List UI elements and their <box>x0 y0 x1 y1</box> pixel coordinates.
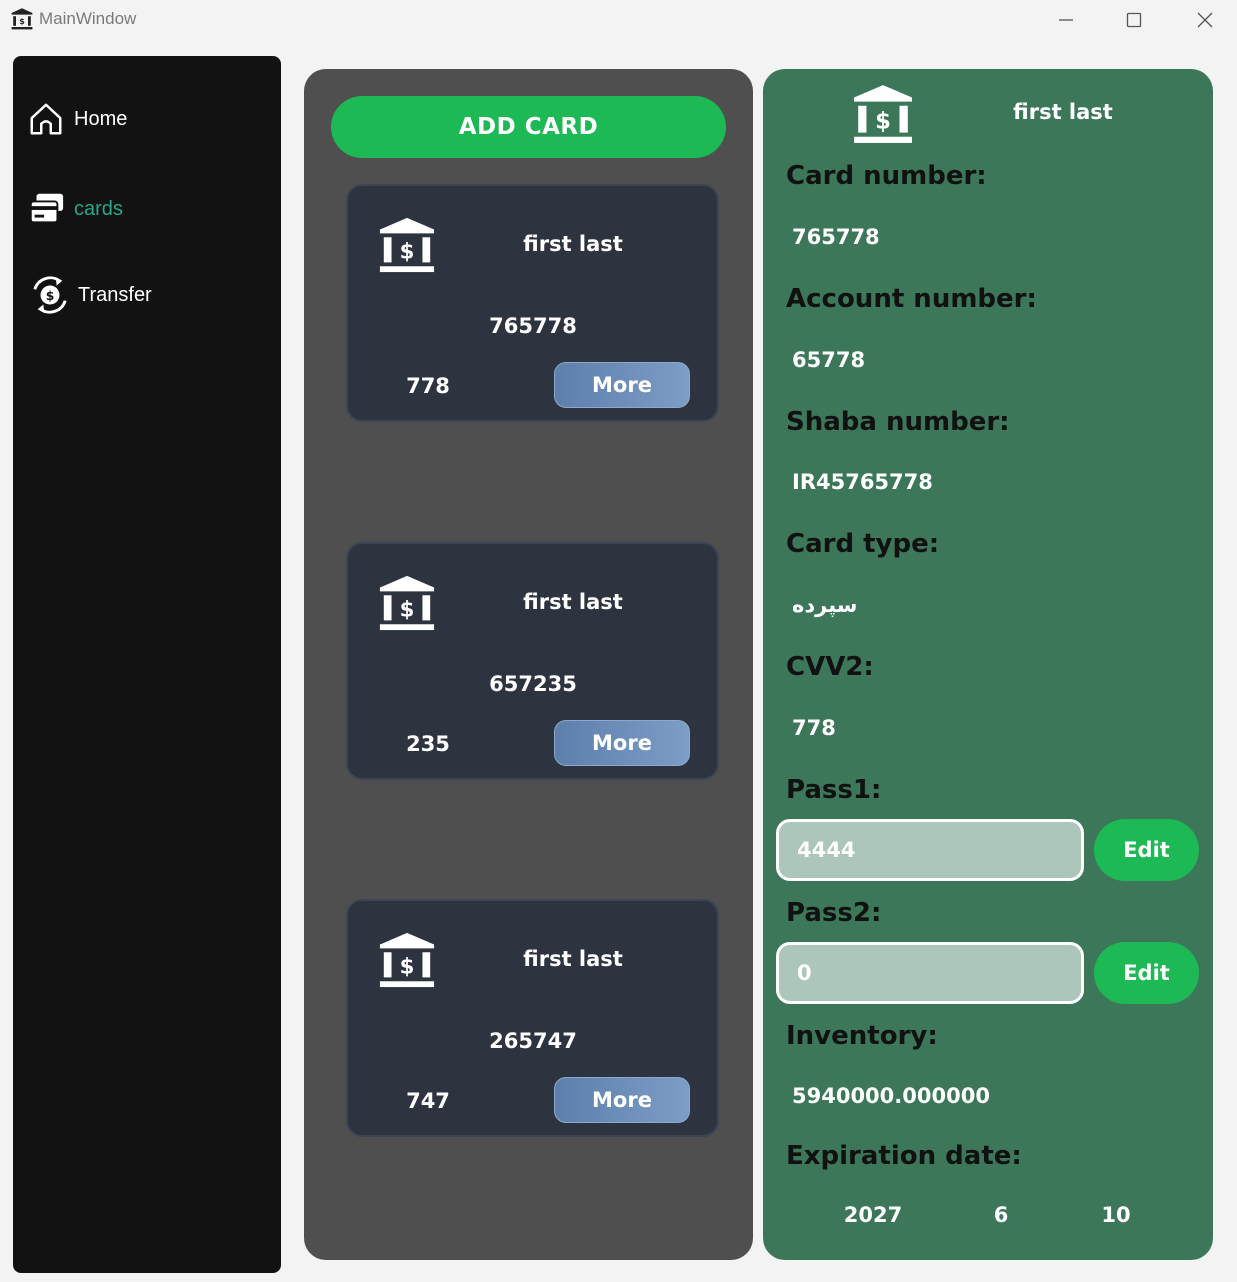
card-holder-name: first last <box>523 590 623 614</box>
bank-icon: $ <box>379 932 435 988</box>
credit-cards-icon <box>29 193 64 224</box>
bank-icon: $ <box>379 575 435 631</box>
card-number-label: Card number: <box>786 161 987 191</box>
more-button[interactable]: More <box>554 362 690 408</box>
cvv2-value: 778 <box>792 716 836 740</box>
svg-text:$: $ <box>46 289 55 303</box>
svg-text:$: $ <box>875 108 891 134</box>
sidebar-item-cards[interactable]: cards <box>27 190 123 228</box>
card-cvv: 235 <box>406 732 450 756</box>
card-cvv: 778 <box>406 374 450 398</box>
svg-text:$: $ <box>400 955 415 980</box>
maximize-button[interactable] <box>1114 6 1154 34</box>
card-type-value: سپرده <box>792 593 858 617</box>
add-card-button[interactable]: ADD CARD <box>331 96 726 158</box>
more-button[interactable]: More <box>554 1077 690 1123</box>
card-item: $ first last 765778 778 More <box>346 184 719 422</box>
pass1-input[interactable] <box>776 819 1084 881</box>
account-number-value: 65778 <box>792 348 866 372</box>
title-bar: $ MainWindow <box>0 0 1237 40</box>
account-number-label: Account number: <box>786 284 1037 314</box>
expiration-month: 6 <box>993 1203 1009 1227</box>
expiration-year: 2027 <box>843 1203 903 1227</box>
shaba-number-label: Shaba number: <box>786 407 1010 437</box>
minimize-button[interactable] <box>1046 6 1086 34</box>
bank-icon: $ <box>11 8 33 30</box>
card-number: 265747 <box>489 1029 577 1053</box>
sidebar-item-label: Transfer <box>78 283 152 306</box>
card-holder-name: first last <box>523 947 623 971</box>
bank-icon: $ <box>854 85 912 143</box>
card-item: $ first last 265747 747 More <box>346 899 719 1137</box>
pass2-input[interactable] <box>776 942 1084 1004</box>
expiration-day: 10 <box>1101 1203 1131 1227</box>
sidebar-item-label: Home <box>74 107 128 130</box>
card-number: 657235 <box>489 672 577 696</box>
card-number-value: 765778 <box>792 225 880 249</box>
close-button[interactable] <box>1185 6 1225 34</box>
minimize-icon <box>1059 19 1073 21</box>
sidebar-item-home[interactable]: Home <box>27 100 127 138</box>
pass2-label: Pass2: <box>786 898 882 928</box>
sidebar-item-transfer[interactable]: $ Transfer <box>31 276 152 314</box>
card-number: 765778 <box>489 314 577 338</box>
card-item: $ first last 657235 235 More <box>346 542 719 780</box>
card-cvv: 747 <box>406 1089 450 1113</box>
maximize-icon <box>1126 12 1142 28</box>
sidebar: Home cards $ Transfer <box>13 56 281 1273</box>
pass1-label: Pass1: <box>786 775 882 805</box>
cards-panel: ADD CARD $ first last 765778 778 More $ … <box>304 69 753 1260</box>
shaba-number-value: IR45765778 <box>792 470 933 494</box>
bank-icon: $ <box>379 217 435 273</box>
detail-holder-name: first last <box>1013 100 1113 124</box>
card-holder-name: first last <box>523 232 623 256</box>
window-title: MainWindow <box>39 9 137 28</box>
expiration-date-label: Expiration date: <box>786 1141 1022 1171</box>
card-detail-panel: $ first last Card number: 765778 Account… <box>763 69 1213 1260</box>
home-icon <box>30 103 62 135</box>
svg-text:$: $ <box>19 17 25 26</box>
inventory-label: Inventory: <box>786 1021 938 1051</box>
edit-pass2-button[interactable]: Edit <box>1094 942 1199 1004</box>
inventory-value: 5940000.000000 <box>792 1084 990 1108</box>
close-icon <box>1197 12 1213 28</box>
card-type-label: Card type: <box>786 529 940 559</box>
svg-text:$: $ <box>400 240 415 265</box>
svg-text:$: $ <box>400 598 415 623</box>
sidebar-item-label: cards <box>74 197 123 220</box>
more-button[interactable]: More <box>554 720 690 766</box>
edit-pass1-button[interactable]: Edit <box>1094 819 1199 881</box>
cvv2-label: CVV2: <box>786 652 874 682</box>
money-transfer-icon: $ <box>33 276 67 314</box>
